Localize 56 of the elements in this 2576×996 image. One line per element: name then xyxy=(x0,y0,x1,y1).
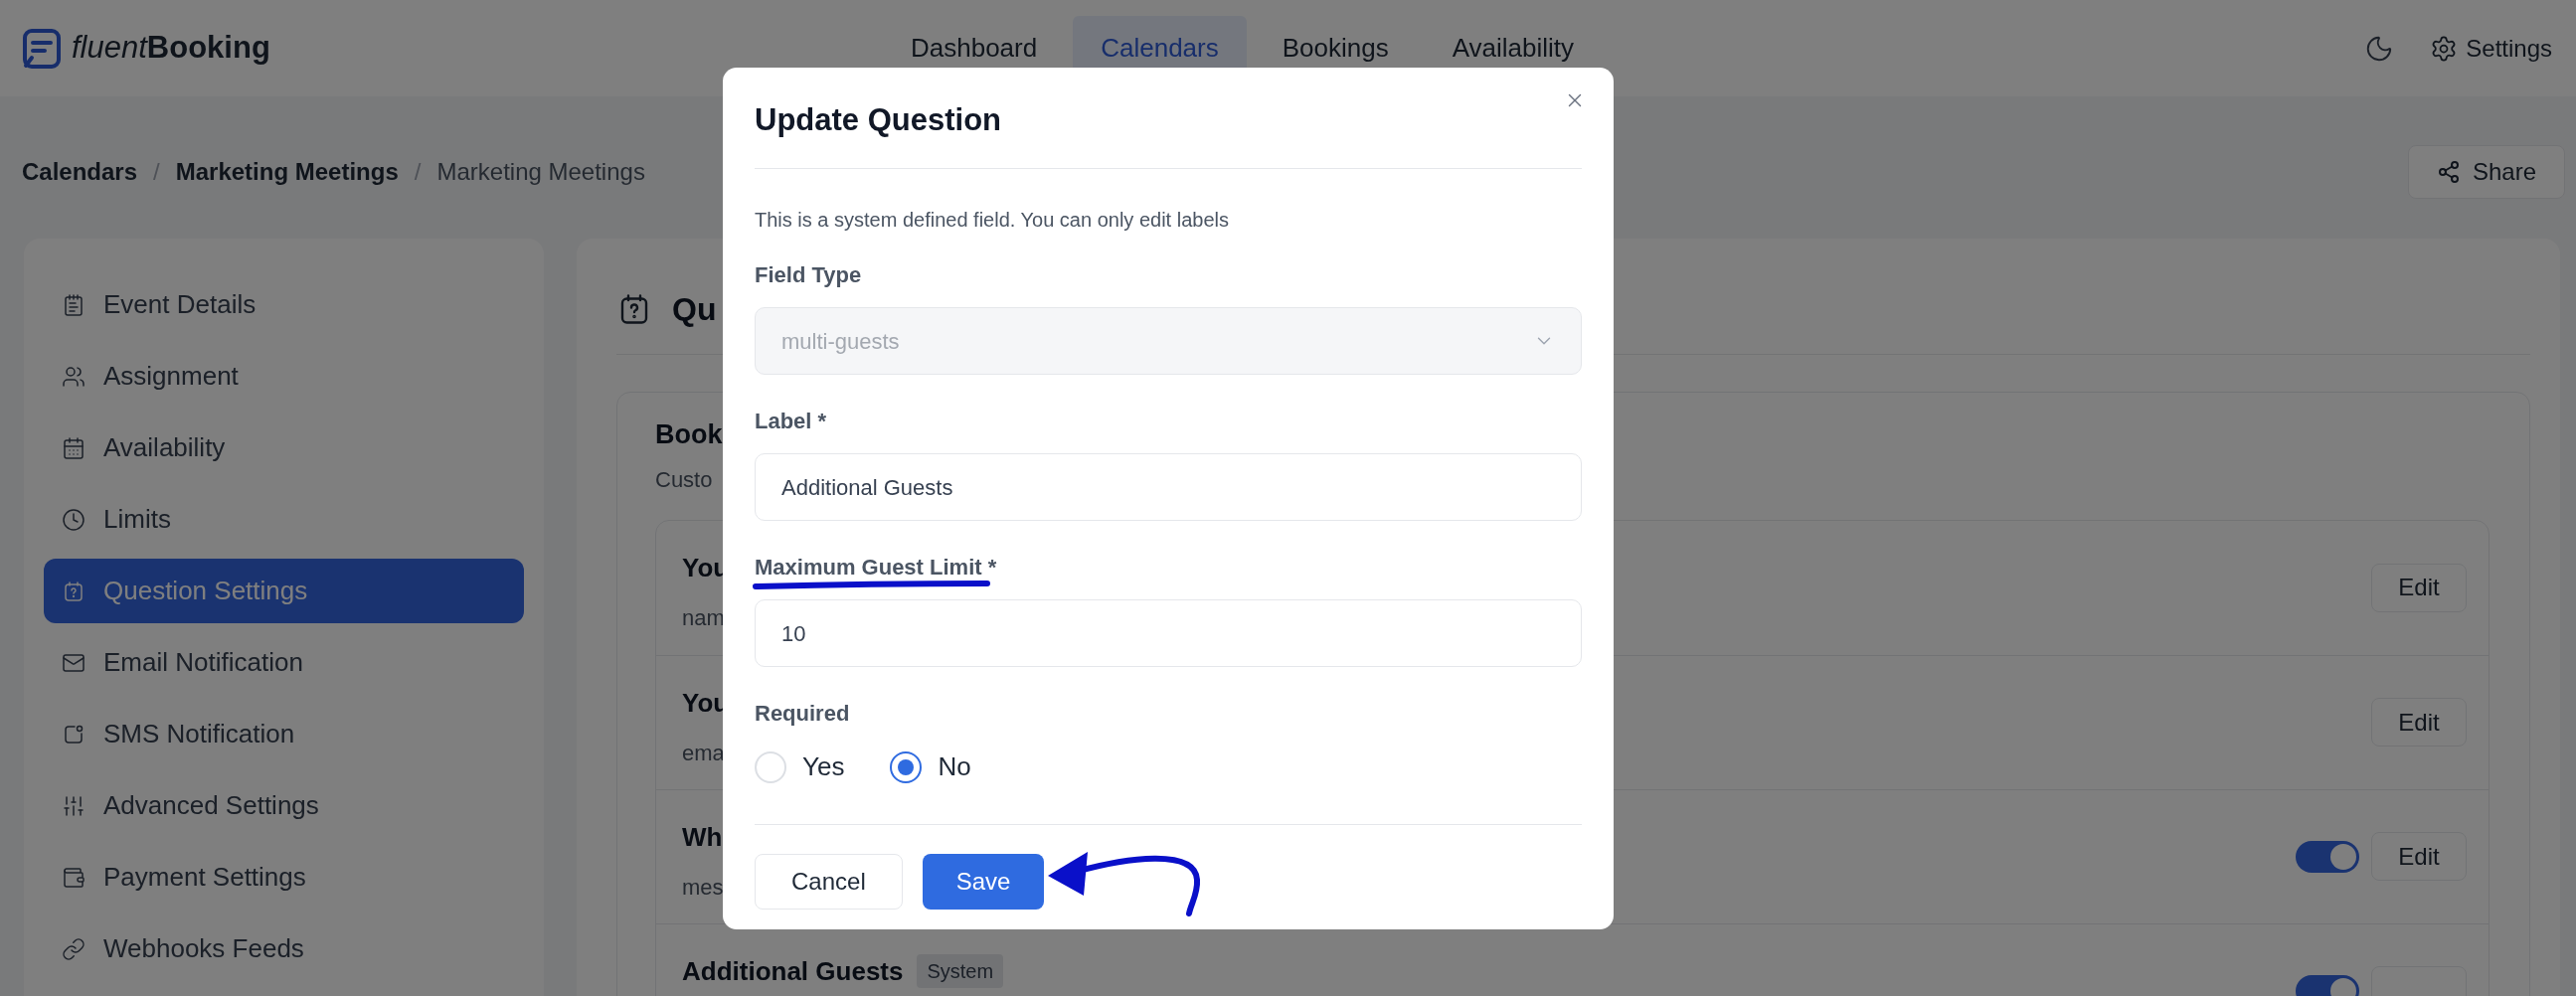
breadcrumb-current: Marketing Meetings xyxy=(436,157,645,187)
question-field-name: nam xyxy=(682,603,726,632)
breadcrumb-link[interactable]: Calendars xyxy=(22,154,138,190)
save-button[interactable]: Save xyxy=(922,854,1045,910)
question-title: Additional Guests xyxy=(682,954,904,988)
nav-tab[interactable]: Dashboard xyxy=(883,16,1066,81)
sidebar-item[interactable]: Payment Settings xyxy=(44,845,524,910)
nav-tab[interactable]: Availability xyxy=(1424,16,1603,81)
section-title: Book xyxy=(655,418,723,451)
radio-button[interactable] xyxy=(890,750,923,783)
share-button[interactable]: Share xyxy=(2407,145,2565,199)
sidebar-item[interactable]: Availability xyxy=(44,415,524,480)
cancel-button[interactable]: Cancel xyxy=(755,854,903,910)
text-input-field[interactable]: 10 xyxy=(755,599,1582,667)
settings-button[interactable]: Settings xyxy=(2430,30,2552,67)
field-label: Required xyxy=(755,701,850,726)
question-field-name: mes xyxy=(682,873,724,902)
breadcrumb-separator: / xyxy=(153,157,160,187)
link-icon xyxy=(62,936,86,961)
sidebar-item[interactable]: Email Notification xyxy=(44,630,524,695)
breadcrumb-separator: / xyxy=(414,157,422,187)
wallet-icon xyxy=(62,865,86,890)
section-subtitle: Custo xyxy=(655,465,713,494)
share-icon xyxy=(2436,160,2461,184)
calendar-question-icon xyxy=(62,579,86,603)
edit-button[interactable]: Edit xyxy=(2371,563,2467,612)
sliders-icon xyxy=(62,793,86,818)
question-title: Wh xyxy=(682,820,723,854)
field-label: Label * xyxy=(755,409,827,433)
document-icon xyxy=(62,292,86,317)
text-input-field[interactable]: Additional Guests xyxy=(755,453,1582,521)
dialog-note: This is a system defined field. You can only edit labels xyxy=(755,208,1230,233)
clock-icon xyxy=(62,507,86,532)
page-title: Qu xyxy=(672,290,717,329)
sidebar-item[interactable]: Assignment xyxy=(44,344,524,409)
sidebar-item[interactable]: SMS Notification xyxy=(44,702,524,766)
radio-label: No xyxy=(938,750,971,783)
nav-tab[interactable]: Bookings xyxy=(1254,16,1417,81)
sidebar-item[interactable]: Advanced Settings xyxy=(44,773,524,838)
sidebar-item[interactable]: Limits xyxy=(44,487,524,552)
breadcrumb-link[interactable]: Marketing Meetings xyxy=(175,154,399,190)
dialog-title: Update Question xyxy=(755,101,1001,139)
logo-text: fluentBooking xyxy=(72,29,270,68)
sidebar-item[interactable]: Question Settings xyxy=(44,559,524,623)
system-badge: System xyxy=(917,954,1004,988)
question-field-name: ema xyxy=(682,739,726,767)
sidebar-item[interactable]: Event Details xyxy=(44,272,524,337)
field-label: Field Type xyxy=(755,262,862,287)
sidebar-item[interactable]: Webhooks Feeds xyxy=(44,916,524,981)
radio-label: Yes xyxy=(802,750,845,783)
edit-button[interactable]: Edit xyxy=(2371,832,2467,881)
edit-button[interactable]: Edit xyxy=(2371,698,2467,747)
toggle-switch[interactable] xyxy=(2296,840,2359,873)
field-label: Maximum Guest Limit * xyxy=(755,555,997,580)
people-icon xyxy=(62,364,86,389)
calendar-icon xyxy=(62,435,86,460)
